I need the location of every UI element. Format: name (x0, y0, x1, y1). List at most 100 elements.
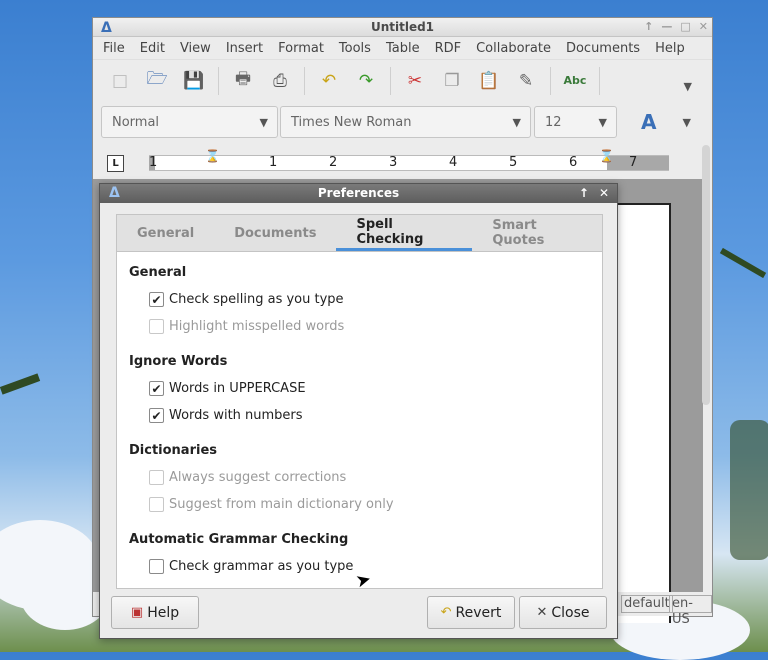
menu-insert[interactable]: Insert (226, 41, 263, 56)
option-label: Highlight misspelled words (169, 319, 345, 334)
redo-icon[interactable]: ↷ (353, 68, 379, 94)
option-label: Words with numbers (169, 408, 303, 423)
menu-tools[interactable]: Tools (339, 41, 371, 56)
help-icon: ▣ (130, 605, 144, 620)
tab-general[interactable]: General (117, 215, 214, 251)
raise-icon[interactable]: ↑ (644, 18, 653, 36)
print-icon[interactable]: ⎙ (267, 68, 293, 94)
close-icon[interactable]: ✕ (699, 18, 708, 36)
option-label: Check grammar as you type (169, 559, 354, 574)
tab-smart-quotes[interactable]: Smart Quotes (472, 215, 602, 251)
dialog-titlebar[interactable]: Δ Preferences ↑ ✕ (100, 184, 617, 203)
style-combo[interactable]: Normal ▼ (101, 106, 278, 138)
status-locale: en-US (669, 595, 712, 627)
menu-file[interactable]: File (103, 41, 125, 56)
menu-table[interactable]: Table (386, 41, 420, 56)
checkbox-checked-icon[interactable]: ✔ (149, 381, 164, 396)
font-size-combo[interactable]: 12 ▼ (534, 106, 617, 138)
undo-icon[interactable]: ↶ (316, 68, 342, 94)
format-overflow-icon[interactable]: ▼ (682, 116, 690, 129)
menubar: File Edit View Insert Format Tools Table… (93, 37, 712, 59)
ruler-number: 7 (629, 155, 638, 170)
spellcheck-icon[interactable]: Abc (562, 68, 588, 94)
checkbox-unchecked-icon (149, 470, 164, 485)
revert-button-label: Revert (455, 604, 502, 621)
cut-icon[interactable]: ✂ (402, 68, 428, 94)
standard-toolbar: □ 🗁 💾 🖶 ⎙ ↶ ↷ ✂ ❐ 📋 ✎ Abc ▼ (93, 59, 712, 101)
ruler-number: 1 (269, 155, 278, 170)
checkbox-unchecked-icon[interactable] (149, 559, 164, 574)
revert-button[interactable]: ↶ Revert (427, 596, 515, 629)
option-words-numbers[interactable]: ✔ Words with numbers (149, 406, 602, 425)
horizontal-ruler[interactable]: 1 1 2 3 4 5 6 7 ⌛ ⌛ (149, 149, 669, 171)
option-label: Always suggest corrections (169, 470, 347, 485)
option-label: Suggest from main dictionary only (169, 497, 394, 512)
ruler-number: 6 (569, 155, 578, 170)
toolbar-separator (390, 66, 391, 95)
raise-icon[interactable]: ↑ (579, 184, 589, 203)
font-size-value: 12 (545, 114, 562, 130)
maximize-icon[interactable]: □ (680, 18, 690, 36)
left-indent-marker-icon[interactable]: ⌛ (205, 149, 220, 163)
chevron-down-icon: ▼ (512, 116, 521, 129)
option-words-uppercase[interactable]: ✔ Words in UPPERCASE (149, 379, 602, 398)
option-main-dictionary-only: Suggest from main dictionary only (149, 495, 602, 514)
close-button-label: Close (551, 604, 590, 621)
menu-documents[interactable]: Documents (566, 41, 640, 56)
tab-container: General Documents Spell Checking Smart Q… (116, 214, 603, 589)
app-logo-icon: Δ (109, 185, 120, 201)
tab-spell-checking[interactable]: Spell Checking (336, 215, 473, 251)
font-combo[interactable]: Times New Roman ▼ (280, 106, 531, 138)
ruler-number: 3 (389, 155, 398, 170)
option-check-spelling[interactable]: ✔ Check spelling as you type (149, 290, 602, 309)
right-indent-marker-icon[interactable]: ⌛ (599, 149, 614, 163)
text-color-icon[interactable]: A (641, 110, 656, 134)
menu-format[interactable]: Format (278, 41, 324, 56)
tree-branch (730, 420, 768, 560)
tree-branch (0, 373, 41, 395)
menu-help[interactable]: Help (655, 41, 685, 56)
checkbox-checked-icon[interactable]: ✔ (149, 408, 164, 423)
open-folder-icon[interactable]: 🗁 (144, 68, 170, 94)
close-button[interactable]: ✕ Close (519, 596, 607, 629)
option-label: Check spelling as you type (169, 292, 344, 307)
close-icon[interactable]: ✕ (599, 184, 609, 203)
format-painter-icon[interactable]: ✎ (513, 68, 539, 94)
tab-documents[interactable]: Documents (214, 215, 336, 251)
help-button-label: Help (147, 604, 180, 621)
menu-view[interactable]: View (180, 41, 211, 56)
ruler-number: 1 (149, 155, 158, 170)
close-icon: ✕ (536, 605, 548, 620)
toolbar-separator (304, 66, 305, 95)
option-check-grammar[interactable]: Check grammar as you type (149, 557, 602, 576)
menu-rdf[interactable]: RDF (435, 41, 462, 56)
main-titlebar[interactable]: Δ Untitled1 ↑ — □ ✕ (93, 18, 712, 37)
checkbox-unchecked-icon (149, 497, 164, 512)
toolbar-separator (218, 66, 219, 95)
window-title: Untitled1 (370, 20, 435, 34)
new-document-icon[interactable]: □ (107, 68, 133, 94)
print-preview-icon[interactable]: 🖶 (230, 68, 256, 94)
section-heading: Dictionaries (129, 443, 218, 458)
paste-icon[interactable]: 📋 (476, 68, 502, 94)
option-label: Words in UPPERCASE (169, 381, 306, 396)
ruler-number: 5 (509, 155, 518, 170)
checkbox-unchecked-icon (149, 319, 164, 334)
menu-collaborate[interactable]: Collaborate (476, 41, 551, 56)
status-mode: default (621, 595, 673, 613)
minimize-icon[interactable]: — (661, 18, 672, 36)
menu-edit[interactable]: Edit (140, 41, 165, 56)
chevron-down-icon: ▼ (259, 116, 268, 129)
vertical-scrollbar[interactable] (702, 145, 710, 405)
font-value: Times New Roman (291, 114, 412, 130)
ruler-number: 4 (449, 155, 458, 170)
tab-stop-selector[interactable]: L (107, 155, 124, 172)
toolbar-overflow-icon[interactable]: ▼ (684, 80, 692, 93)
section-heading: General (129, 265, 187, 280)
save-icon[interactable]: 💾 (181, 68, 207, 94)
toolbar-separator (599, 66, 600, 95)
section-heading: Ignore Words (129, 354, 228, 369)
help-button[interactable]: ▣ Help (111, 596, 199, 629)
checkbox-checked-icon[interactable]: ✔ (149, 292, 164, 307)
copy-icon[interactable]: ❐ (439, 68, 465, 94)
